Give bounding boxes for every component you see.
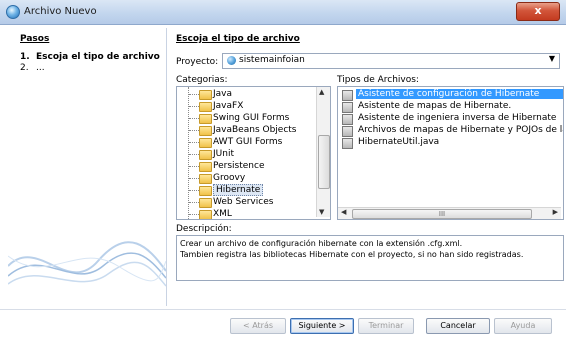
chevron-down-icon[interactable]: ▼ [549,54,555,63]
step-item: 2.... [20,63,45,73]
main-content: Escoja el tipo de archivo Proyecto: sist… [176,28,564,310]
folder-icon [199,186,212,196]
scroll-left-icon[interactable]: ◀ [341,208,346,216]
close-button[interactable]: x [516,2,560,21]
project-label: Proyecto: [176,57,219,67]
file-type-label: Asistente de configuración de Hibernate [356,89,563,99]
step-label: ... [36,63,45,73]
hibernate-config-icon [342,90,353,101]
step-label: Escoja el tipo de archivo [36,52,160,62]
folder-icon [199,162,212,172]
file-types-list[interactable]: Asistente de configuración de Hibernate … [337,86,564,220]
tree-item-javabeans-objects[interactable]: JavaBeans Objects [177,125,314,136]
document-icon [342,126,353,137]
file-type-label: HibernateUtil.java [358,137,440,147]
tree-item-groovy[interactable]: Groovy [177,173,314,184]
bottom-separator [0,309,566,310]
folder-icon [199,114,212,124]
tree-item-swing-gui-forms[interactable]: Swing GUI Forms [177,113,314,124]
folder-icon [199,102,212,112]
file-types-label: Tipos de Archivos: [337,75,419,85]
file-type-label: Asistente de ingeniera inversa de Hibern… [358,113,557,123]
folder-icon [199,150,212,160]
finish-button[interactable]: Terminar [358,318,414,334]
step-item: 1. Escoja el tipo de archivo [20,52,160,62]
step-number: 2. [20,63,29,73]
file-types-hscrollbar[interactable]: ◀ III ▶ [338,207,561,219]
tree-item-junit[interactable]: JUnit [177,149,314,160]
tree-item-xml[interactable]: XML [177,209,314,219]
project-value: sistemainfoian [239,55,305,65]
folder-icon [199,174,212,184]
tree-item-java[interactable]: Java [177,89,314,100]
categories-scrollbar[interactable]: ▲ ▼ [316,87,330,217]
java-file-icon [342,138,353,149]
reverse-engineering-icon [342,114,353,125]
title-bar: Archivo Nuevo x [0,0,566,25]
steps-title: Pasos [20,34,50,44]
description-label: Descripción: [176,224,232,234]
description-text: Crear un archivo de configuración hibern… [180,239,524,259]
scroll-right-icon[interactable]: ▶ [553,208,558,216]
scroll-thumb[interactable] [318,135,330,189]
cancel-button[interactable]: Cancelar [426,318,490,334]
hibernate-mapping-icon [342,102,353,113]
tree-item-label: Java [213,89,233,99]
steps-panel: Pasos 1. Escoja el tipo de archivo 2.... [8,28,167,306]
folder-icon [199,198,212,208]
tree-item-label: JavaFX [213,101,244,111]
tree-item-label: JUnit [213,149,234,159]
folder-icon [199,90,212,100]
folder-icon [199,126,212,136]
description-box: Crear un archivo de configuración hibern… [176,235,564,281]
tree-item-persistence[interactable]: Persistence [177,161,314,172]
file-type-label: Asistente de mapas de Hibernate. [358,101,512,111]
section-title: Escoja el tipo de archivo [176,34,300,44]
hscroll-thumb[interactable]: III [352,209,532,219]
help-button[interactable]: Ayuda [494,318,552,334]
folder-icon [199,138,212,148]
project-globe-icon [227,56,236,65]
tree-item-hibernate[interactable]: Hibernate [177,184,314,196]
scroll-down-icon[interactable]: ▼ [319,208,324,216]
tree-item-label: Web Services [213,197,274,207]
tree-item-awt-gui-forms[interactable]: AWT GUI Forms [177,137,314,148]
categories-label: Categorias: [176,75,228,85]
tree-item-label: Persistence [213,161,265,171]
next-button[interactable]: Siguiente > [290,318,354,334]
tree-item-javafx[interactable]: JavaFX [177,101,314,112]
tree-item-web-services[interactable]: Web Services [177,197,314,208]
scroll-up-icon[interactable]: ▲ [319,88,324,96]
tree-item-label: JavaBeans Objects [213,125,297,135]
tree-item-label: Swing GUI Forms [213,113,290,123]
tree-item-label: Groovy [213,173,246,183]
app-icon [6,5,20,19]
tree-item-label: XML [213,209,232,219]
window-title: Archivo Nuevo [24,6,97,17]
decorative-wave-graphic [8,241,166,287]
project-dropdown[interactable]: sistemainfoian ▼ [222,53,560,69]
back-button[interactable]: < Atrás [230,318,286,334]
tree-item-label: AWT GUI Forms [213,137,283,147]
tree-item-label: Hibernate [213,184,264,196]
categories-tree[interactable]: Java JavaFX Swing GUI Forms JavaBeans Ob… [176,86,331,220]
file-type-label: Archivos de mapas de Hibernate y POJOs d… [358,125,563,135]
folder-icon [199,210,212,219]
step-number: 1. [20,52,30,62]
